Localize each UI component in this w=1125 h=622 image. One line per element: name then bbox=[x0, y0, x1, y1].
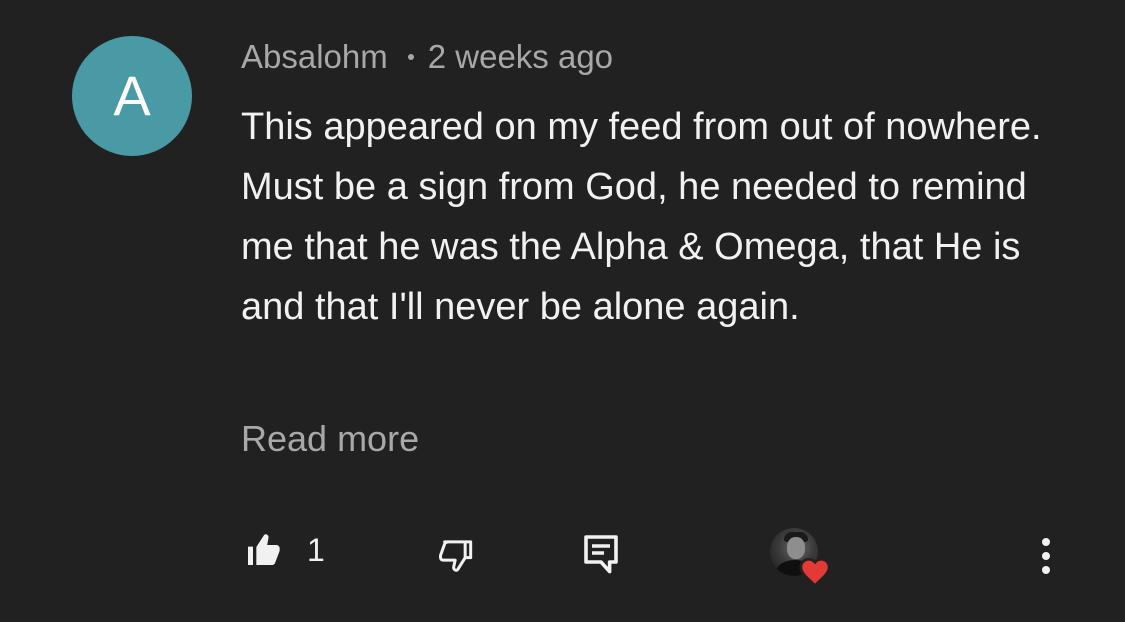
creator-heart-badge bbox=[770, 528, 832, 590]
reply-icon bbox=[584, 535, 618, 574]
comment-actions: 1 bbox=[0, 520, 1125, 590]
author-name[interactable]: Absalohm bbox=[241, 38, 388, 76]
like-count: 1 bbox=[307, 531, 325, 568]
separator-dot bbox=[407, 54, 414, 60]
heart-shape bbox=[799, 557, 831, 588]
more-vertical-icon bbox=[1042, 538, 1050, 546]
author-avatar[interactable]: A bbox=[72, 36, 192, 156]
comment-text: This appeared on my feed from out of now… bbox=[241, 106, 1042, 328]
more-dot bbox=[1042, 566, 1050, 574]
dislike-button[interactable] bbox=[436, 536, 476, 576]
heart-icon bbox=[799, 557, 831, 588]
author-initial: A bbox=[113, 64, 151, 127]
like-button[interactable]: 1 bbox=[243, 530, 325, 570]
reply-button[interactable] bbox=[583, 534, 619, 576]
more-options-button[interactable] bbox=[1036, 534, 1056, 578]
comment-timestamp[interactable]: 2 weeks ago bbox=[428, 38, 613, 76]
comment-meta: Absalohm 2 weeks ago bbox=[241, 38, 613, 76]
comment-item: A Absalohm 2 weeks ago This appeared on … bbox=[0, 0, 1125, 622]
thumbs-down-icon bbox=[439, 540, 473, 572]
more-dot bbox=[1042, 552, 1050, 560]
thumbs-up-icon bbox=[248, 534, 280, 565]
read-more-link[interactable]: Read more bbox=[241, 418, 419, 460]
